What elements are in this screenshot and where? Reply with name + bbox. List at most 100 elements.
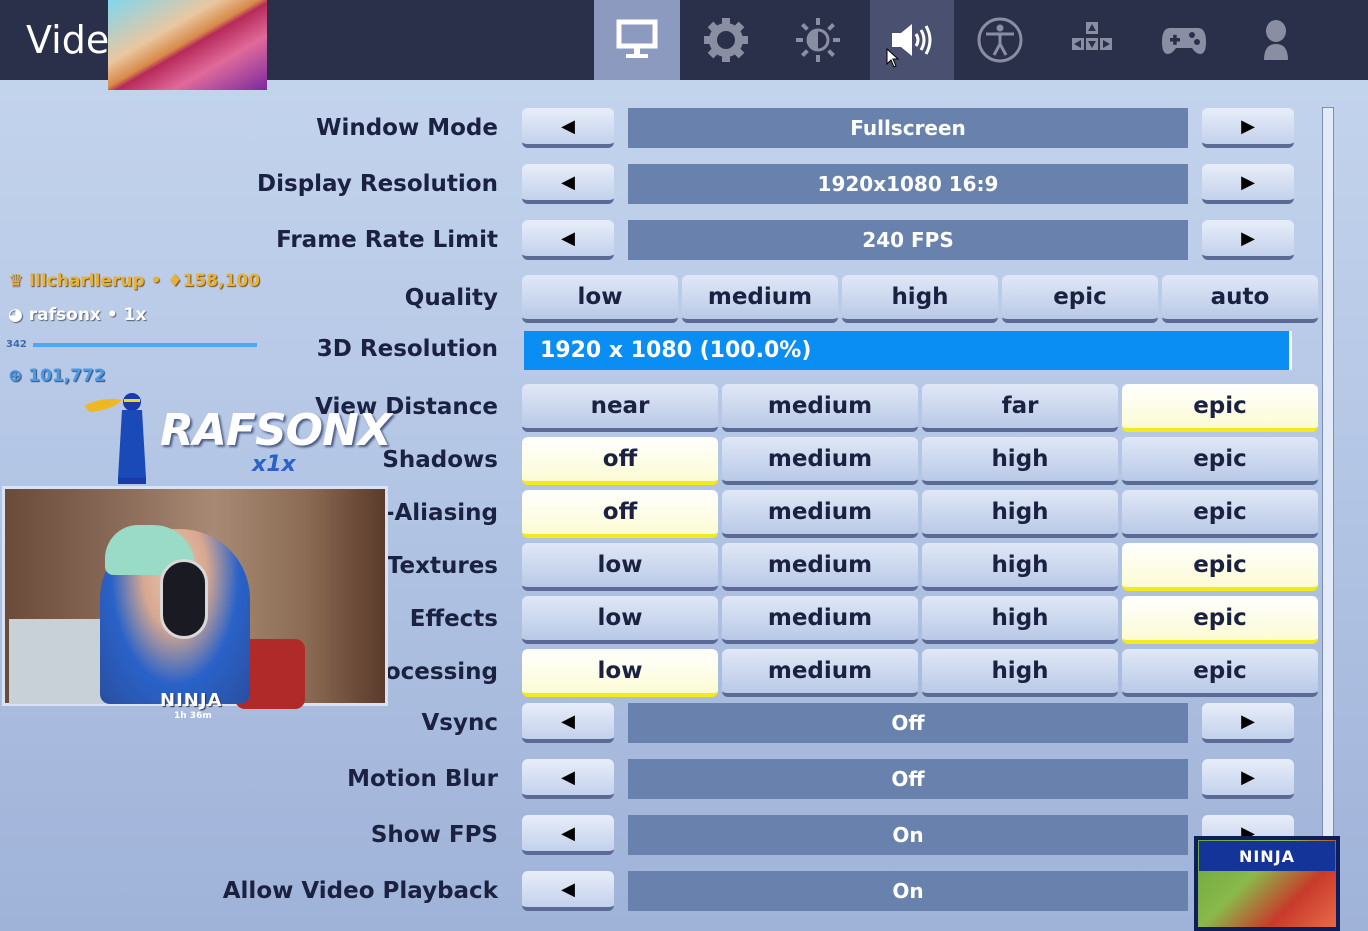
window-mode-next-button[interactable]: ▶ [1202, 108, 1294, 148]
quality-option-low[interactable]: low [522, 275, 678, 323]
effects-option-low[interactable]: low [522, 596, 718, 644]
anti-aliasing-option-medium[interactable]: medium [722, 490, 918, 538]
settings-scrollbar[interactable] [1322, 107, 1334, 931]
quality-option-medium[interactable]: medium [682, 275, 838, 323]
label-post-processing: rocessing [373, 659, 498, 685]
label-vsync: Vsync [421, 710, 499, 736]
show-fps-prev-button[interactable]: ◀ [522, 815, 614, 855]
label-motion-blur: Motion Blur [347, 766, 498, 792]
shadows-option-off[interactable]: off [522, 437, 718, 485]
separator: • [150, 271, 162, 291]
anti-aliasing-option-high[interactable]: high [922, 490, 1118, 538]
recent-sub-row: ◕ rafsonx • 1x [8, 305, 146, 325]
tab-game[interactable] [680, 0, 772, 80]
sponsor-ad-brand: NINJA [1199, 841, 1335, 871]
label-3d-resolution: 3D Resolution [316, 336, 498, 362]
frame-rate-value: 240 FPS [628, 220, 1188, 260]
textures-option-low[interactable]: low [522, 543, 718, 591]
show-fps-value: On [628, 815, 1188, 855]
ninja-mascot-icon [84, 393, 146, 484]
followers-icon: ⊕ [8, 366, 23, 386]
xp-level: 342 [6, 339, 27, 350]
webcam-feed [2, 486, 388, 709]
gamepad-icon [1162, 28, 1206, 54]
3d-resolution-slider[interactable]: 1920 x 1080 (100.0%) [524, 331, 1292, 370]
quality-option-epic[interactable]: epic [1002, 275, 1158, 323]
tab-video[interactable] [594, 0, 680, 80]
label-display-resolution: Display Resolution [257, 171, 498, 197]
display-resolution-next-button[interactable]: ▶ [1202, 164, 1294, 204]
label-anti-aliasing: i-Aliasing [377, 500, 498, 526]
top-donor-row: ♛ lllcharllerup • ♦158,100 [8, 271, 260, 291]
accessibility-icon [977, 17, 1023, 63]
webcam-name: NINJA [160, 690, 223, 711]
tab-input[interactable] [1046, 0, 1138, 80]
view-distance-option-near[interactable]: near [522, 384, 718, 432]
effects-option-medium[interactable]: medium [722, 596, 918, 644]
textures-option-medium[interactable]: medium [722, 543, 918, 591]
label-show-fps: Show FPS [370, 822, 498, 848]
tab-controller[interactable] [1138, 0, 1230, 80]
label-textures: Textures [386, 553, 498, 579]
recent-sub-name: rafsonx [28, 305, 101, 325]
quality-option-auto[interactable]: auto [1162, 275, 1318, 323]
rafsonx-logo: RAFSONX [160, 405, 392, 456]
separator: • [106, 305, 118, 325]
view-distance-option-epic[interactable]: epic [1122, 384, 1318, 432]
top-donor-name: lllcharllerup [29, 271, 145, 291]
frame-rate-next-button[interactable]: ▶ [1202, 220, 1294, 260]
recent-sub-count: 1x [123, 305, 147, 325]
display-resolution-prev-button[interactable]: ◀ [522, 164, 614, 204]
tab-audio[interactable] [870, 0, 954, 80]
shadows-option-epic[interactable]: epic [1122, 437, 1318, 485]
tab-accessibility[interactable] [954, 0, 1046, 80]
label-quality: Quality [404, 285, 498, 311]
sub-icon: ◕ [8, 305, 23, 325]
frame-rate-prev-button[interactable]: ◀ [522, 220, 614, 260]
xp-progress-bar [33, 343, 257, 347]
tab-account[interactable] [1230, 0, 1322, 80]
motion-blur-next-button[interactable]: ▶ [1202, 759, 1294, 799]
webcam-fridge [9, 619, 105, 704]
post-processing-option-epic[interactable]: epic [1122, 649, 1318, 697]
webcam-uptime: 1h 36m [174, 711, 212, 721]
textures-option-epic[interactable]: epic [1122, 543, 1318, 591]
video-playback-prev-button[interactable]: ◀ [522, 871, 614, 911]
tab-brightness[interactable] [772, 0, 864, 80]
overlay-artwork [108, 0, 267, 90]
top-donor-amount: ♦158,100 [167, 271, 260, 291]
page-title: Vide [26, 18, 110, 62]
window-mode-prev-button[interactable]: ◀ [522, 108, 614, 148]
vsync-prev-button[interactable]: ◀ [522, 703, 614, 743]
followers-row: ⊕ 101,772 [8, 366, 106, 386]
3d-resolution-value: 1920 x 1080 (100.0%) [540, 338, 812, 363]
webcam-headset [160, 559, 208, 639]
shadows-option-medium[interactable]: medium [722, 437, 918, 485]
window-mode-value: Fullscreen [628, 108, 1188, 148]
arrow-keys-icon [1072, 22, 1112, 50]
post-processing-option-high[interactable]: high [922, 649, 1118, 697]
label-allow-video-playback: Allow Video Playback [222, 878, 498, 904]
post-processing-option-medium[interactable]: medium [722, 649, 918, 697]
sponsor-ad: NINJA [1194, 836, 1340, 931]
post-processing-option-low[interactable]: low [522, 649, 718, 697]
effects-option-high[interactable]: high [922, 596, 1118, 644]
anti-aliasing-option-epic[interactable]: epic [1122, 490, 1318, 538]
view-distance-option-medium[interactable]: medium [722, 384, 918, 432]
vsync-next-button[interactable]: ▶ [1202, 703, 1294, 743]
brightness-icon [796, 18, 840, 62]
gear-icon [704, 18, 748, 62]
rafsonx-logo-sub: x1x [252, 452, 296, 477]
motion-blur-prev-button[interactable]: ◀ [522, 759, 614, 799]
effects-option-epic[interactable]: epic [1122, 596, 1318, 644]
shadows-option-high[interactable]: high [922, 437, 1118, 485]
followers-count: 101,772 [28, 366, 106, 386]
view-distance-option-far[interactable]: far [922, 384, 1118, 432]
textures-option-high[interactable]: high [922, 543, 1118, 591]
user-icon [1264, 20, 1288, 60]
monitor-icon [616, 19, 658, 58]
label-window-mode: Window Mode [316, 115, 498, 141]
quality-option-high[interactable]: high [842, 275, 998, 323]
label-frame-rate-limit: Frame Rate Limit [276, 227, 498, 253]
anti-aliasing-option-off[interactable]: off [522, 490, 718, 538]
